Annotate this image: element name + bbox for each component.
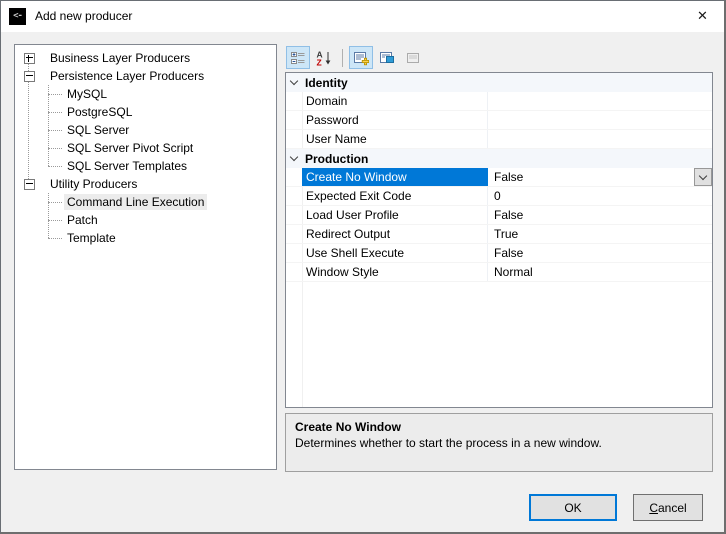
property-name: Password bbox=[302, 111, 488, 129]
property-value[interactable]: 0 bbox=[488, 187, 712, 205]
producer-tree: Business Layer Producers Persistence Laye… bbox=[14, 44, 277, 470]
property-row-domain[interactable]: Domain bbox=[286, 92, 712, 111]
property-name: Redirect Output bbox=[302, 225, 488, 243]
tree-item-label: Template bbox=[64, 230, 119, 246]
tree-item-label: Command Line Execution bbox=[64, 194, 207, 210]
tree-item-sql-server-templates[interactable]: SQL Server Templates bbox=[15, 157, 276, 175]
description-text: Determines whether to start the process … bbox=[295, 435, 703, 451]
show-description-plus-icon bbox=[353, 50, 369, 66]
property-row-window-style[interactable]: Window StyleNormal bbox=[286, 263, 712, 282]
grid-empty-area bbox=[286, 282, 712, 407]
property-row-redirect-output[interactable]: Redirect OutputTrue bbox=[286, 225, 712, 244]
chevron-down-icon[interactable] bbox=[290, 77, 298, 85]
property-pages-disabled-button bbox=[401, 46, 425, 69]
close-button[interactable]: ✕ bbox=[680, 1, 725, 31]
tree-item-persistence-layer-producers[interactable]: Persistence Layer Producers bbox=[15, 67, 276, 85]
tree-item-label: Patch bbox=[64, 212, 101, 228]
tree-item-template[interactable]: Template bbox=[15, 229, 276, 247]
property-name: Load User Profile bbox=[302, 206, 488, 224]
tree-item-label: SQL Server Pivot Script bbox=[64, 140, 196, 156]
property-grid: Identity DomainPasswordUser Name Productio… bbox=[285, 72, 713, 408]
property-row-password[interactable]: Password bbox=[286, 111, 712, 130]
collapse-minus-icon[interactable] bbox=[24, 71, 35, 82]
tree-item-sql-server-pivot-script[interactable]: SQL Server Pivot Script bbox=[15, 139, 276, 157]
svg-text:Z: Z bbox=[317, 57, 322, 66]
toolbar-separator bbox=[342, 49, 343, 67]
tree-item-label: Persistence Layer Producers bbox=[47, 68, 207, 84]
property-value[interactable]: Normal bbox=[488, 263, 712, 281]
tree-item-label: Utility Producers bbox=[47, 176, 140, 192]
property-value[interactable] bbox=[488, 130, 712, 148]
property-value[interactable]: False bbox=[488, 206, 712, 224]
property-value[interactable] bbox=[488, 111, 712, 129]
categorized-view-button[interactable] bbox=[286, 46, 310, 69]
tree-item-sql-server[interactable]: SQL Server bbox=[15, 121, 276, 139]
sort-alphabetical-icon: A Z bbox=[316, 50, 332, 66]
window-title: Add new producer bbox=[35, 9, 132, 23]
property-name: Create No Window bbox=[302, 168, 488, 186]
title-bar[interactable]: <- Add new producer ✕ bbox=[0, 0, 726, 32]
alphabetical-sort-button[interactable]: A Z bbox=[312, 46, 336, 69]
tree-item-label: SQL Server bbox=[64, 122, 132, 138]
property-name: Use Shell Execute bbox=[302, 244, 488, 262]
tree-item-postgresql[interactable]: PostgreSQL bbox=[15, 103, 276, 121]
tree-item-patch[interactable]: Patch bbox=[15, 211, 276, 229]
add-new-producer-dialog: <- Add new producer ✕ Business Layer Pro… bbox=[0, 0, 726, 534]
tree-item-label: PostgreSQL bbox=[64, 104, 135, 120]
chevron-down-icon[interactable] bbox=[290, 153, 298, 161]
category-label: Identity bbox=[305, 76, 348, 90]
app-icon: <- bbox=[9, 8, 26, 25]
tree-item-business-layer-producers[interactable]: Business Layer Producers bbox=[15, 49, 276, 67]
property-row-create-no-window[interactable]: Create No WindowFalse bbox=[286, 168, 712, 187]
categorized-icon bbox=[290, 50, 306, 66]
property-row-user-name[interactable]: User Name bbox=[286, 130, 712, 149]
cancel-button[interactable]: Cancel bbox=[633, 494, 703, 521]
tree-item-command-line-execution[interactable]: Command Line Execution bbox=[15, 193, 276, 211]
close-icon: ✕ bbox=[697, 8, 708, 24]
property-name: Domain bbox=[302, 92, 488, 110]
property-name: Window Style bbox=[302, 263, 488, 281]
property-description-panel: Create No Window Determines whether to s… bbox=[285, 413, 713, 472]
property-pages-disabled-icon bbox=[405, 50, 421, 66]
expand-plus-icon[interactable] bbox=[24, 53, 35, 64]
tree-item-mysql[interactable]: MySQL bbox=[15, 85, 276, 103]
property-row-use-shell-execute[interactable]: Use Shell ExecuteFalse bbox=[286, 244, 712, 263]
category-row-production[interactable]: Production bbox=[286, 149, 712, 168]
property-value[interactable]: False bbox=[488, 244, 712, 262]
collapse-minus-icon[interactable] bbox=[24, 179, 35, 190]
ok-button[interactable]: OK bbox=[529, 494, 617, 521]
property-value[interactable]: False bbox=[488, 168, 712, 186]
description-title: Create No Window bbox=[295, 419, 703, 435]
property-name: Expected Exit Code bbox=[302, 187, 488, 205]
category-label: Production bbox=[305, 152, 368, 166]
property-row-load-user-profile[interactable]: Load User ProfileFalse bbox=[286, 206, 712, 225]
property-toolbar: A Z bbox=[286, 45, 425, 70]
property-row-expected-exit-code[interactable]: Expected Exit Code0 bbox=[286, 187, 712, 206]
dropdown-button[interactable] bbox=[694, 168, 712, 186]
tree-item-label: MySQL bbox=[64, 86, 110, 102]
property-pages-button[interactable] bbox=[375, 46, 399, 69]
tree-item-utility-producers[interactable]: Utility Producers bbox=[15, 175, 276, 193]
property-value[interactable] bbox=[488, 92, 712, 110]
property-pages-icon bbox=[379, 50, 395, 66]
show-description-button[interactable] bbox=[349, 46, 373, 69]
property-value[interactable]: True bbox=[488, 225, 712, 243]
category-row-identity[interactable]: Identity bbox=[286, 73, 712, 92]
chevron-down-icon bbox=[699, 171, 707, 179]
tree-item-label: SQL Server Templates bbox=[64, 158, 190, 174]
property-name: User Name bbox=[302, 130, 488, 148]
tree-item-label: Business Layer Producers bbox=[47, 50, 193, 66]
